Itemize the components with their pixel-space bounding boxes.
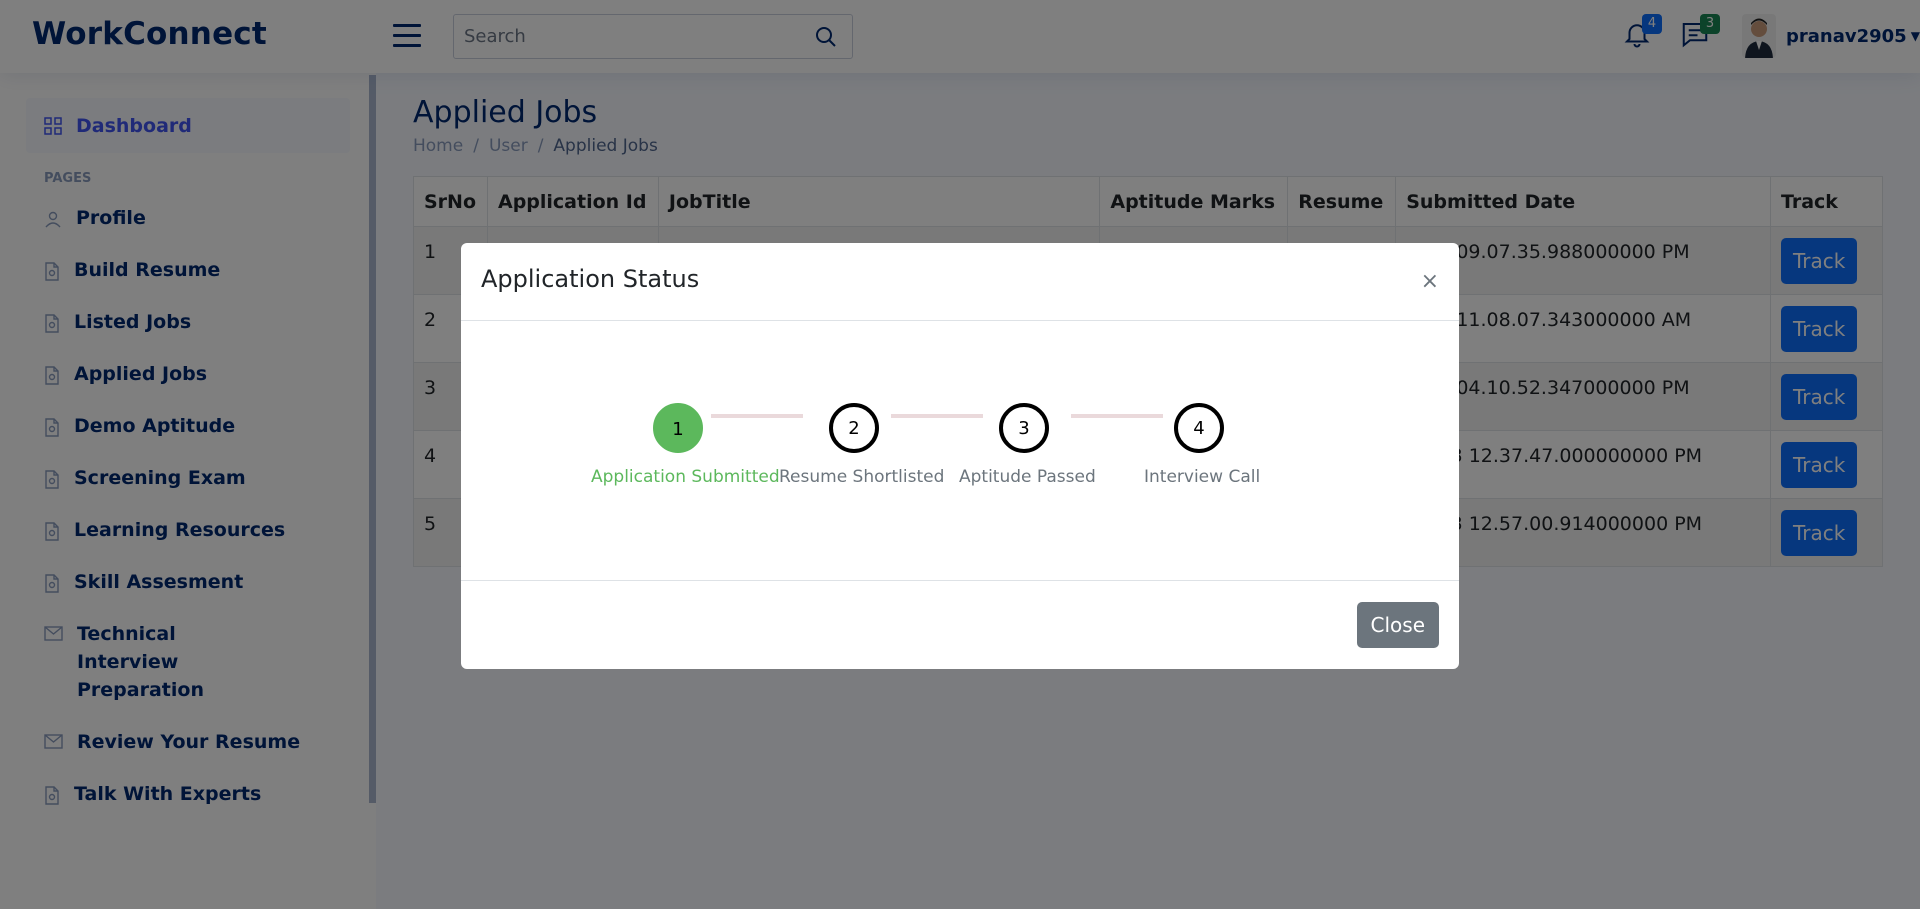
step-interview-call: 4 Interview Call — [1144, 403, 1261, 487]
modal-header: Application Status × — [461, 243, 1459, 321]
step-circle: 3 — [999, 403, 1049, 453]
application-status-modal: Application Status × 1 Application Submi… — [461, 243, 1459, 669]
modal-footer: Close — [461, 581, 1459, 669]
step-label: Application Submitted — [591, 467, 780, 487]
modal-body: 1 Application Submitted 2 Resume Shortli… — [461, 321, 1459, 581]
step-label: Resume Shortlisted — [779, 467, 945, 487]
close-icon[interactable]: × — [1421, 269, 1439, 294]
modal-title: Application Status — [481, 265, 700, 293]
step-aptitude-passed: 3 Aptitude Passed — [959, 403, 1096, 487]
step-circle: 4 — [1174, 403, 1224, 453]
step-label: Aptitude Passed — [959, 467, 1096, 487]
step-circle: 2 — [829, 403, 879, 453]
step-circle: 1 — [653, 403, 703, 453]
close-button[interactable]: Close — [1356, 602, 1439, 648]
step-label: Interview Call — [1144, 467, 1261, 487]
